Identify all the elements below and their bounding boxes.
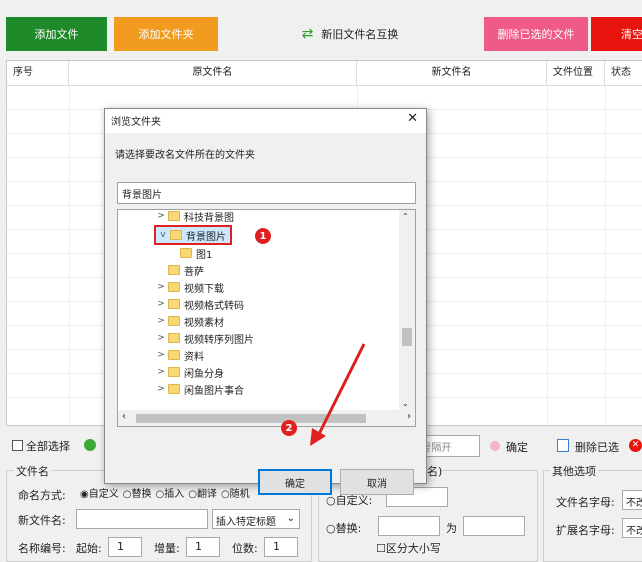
chevron-right-icon: > [157, 299, 165, 309]
chevron-down-icon: v [160, 230, 166, 240]
scroll-left-icon[interactable]: ‹ [122, 411, 126, 422]
tree-item[interactable]: 菩萨 [154, 262, 204, 278]
check-circle-icon [84, 439, 96, 451]
case-sensitive-checkbox[interactable]: ☐区分大小写 [376, 540, 441, 556]
folder-icon [170, 230, 182, 240]
col-header-original-name: 原文件名 [69, 61, 357, 85]
ext-replace-to-input[interactable] [463, 516, 525, 536]
close-icon[interactable]: ✕ [407, 111, 418, 126]
tree-item[interactable]: > 闲鱼分身 [154, 364, 224, 380]
radio-insert[interactable]: ○插入 [155, 485, 184, 500]
scroll-right-icon[interactable]: › [407, 411, 411, 422]
chevron-right-icon: > [157, 282, 165, 292]
folder-icon [168, 299, 180, 309]
chevron-right-icon: > [157, 316, 165, 326]
folder-icon [168, 316, 180, 326]
col-header-location: 文件位置 [547, 61, 605, 85]
ext-replace-from-input[interactable] [378, 516, 440, 536]
ext-replace-radio[interactable]: ○替换: [326, 520, 361, 536]
select-all-checkbox[interactable] [12, 440, 23, 451]
folder-icon [168, 350, 180, 360]
digits-label: 位数: [232, 542, 258, 555]
folder-icon [168, 211, 180, 221]
radio-random[interactable]: ○随机 [221, 485, 250, 500]
dialog-ok-button[interactable]: 确定 [258, 469, 332, 495]
radio-custom[interactable]: ◉自定义 [80, 485, 119, 500]
folder-icon [168, 333, 180, 343]
chevron-right-icon: > [157, 367, 165, 377]
tree-item[interactable]: > 视频转序列图片 [154, 330, 254, 346]
filename-letters-select[interactable]: 不改 [622, 490, 642, 510]
dialog-cancel-button[interactable]: 取消 [340, 469, 414, 495]
chevron-right-icon: > [157, 384, 165, 394]
folder-icon [180, 248, 192, 258]
annotation-arrow [310, 343, 366, 446]
delete-selected-button[interactable]: 删除已选的文件 [484, 17, 588, 51]
numbering-label: 名称编号: [18, 542, 66, 555]
chevron-right-icon: > [157, 211, 165, 221]
folder-icon [168, 265, 180, 275]
delete-file-icon [557, 439, 569, 452]
ext-letters-select[interactable]: 不改 [622, 518, 642, 538]
col-header-index: 序号 [7, 61, 69, 85]
other-options-title: 其他选项 [550, 463, 598, 479]
clear-button[interactable]: 清空 [591, 17, 642, 51]
col-header-status: 状态 [611, 67, 631, 78]
chevron-down-icon: ⌄ [286, 513, 295, 524]
digits-input[interactable]: 1 [264, 537, 298, 557]
annotation-badge-2: 2 [281, 420, 297, 436]
increment-label: 增量: [154, 542, 180, 555]
confirm-icon [490, 441, 500, 451]
folder-icon [168, 367, 180, 377]
scroll-up-icon[interactable]: ⌃ [402, 212, 409, 221]
ext-as-label: 为 [446, 522, 457, 535]
filename-group-title: 文件名 [14, 463, 51, 479]
chevron-right-icon: > [157, 350, 165, 360]
tree-item[interactable]: 图1 [180, 245, 212, 261]
tree-item-selected[interactable]: v 背景图片 [154, 225, 232, 245]
swap-names-button[interactable]: ⇄ 新旧文件名互换 [290, 17, 410, 51]
swap-label: 新旧文件名互换 [321, 28, 399, 41]
tree-item[interactable]: > 闲鱼图片事合 [154, 381, 244, 397]
extension-group-title: 名) [427, 463, 443, 479]
col-header-new-name: 新文件名 [357, 61, 547, 85]
other-options-group [543, 470, 642, 562]
start-label: 起始: [76, 542, 102, 555]
ext-letters-label: 扩展名字母: [556, 524, 615, 537]
start-input[interactable]: 1 [108, 537, 142, 557]
folder-icon [168, 282, 180, 292]
scroll-down-icon[interactable]: ⌄ [402, 399, 409, 408]
scroll-thumb[interactable] [402, 328, 412, 346]
add-file-button[interactable]: 添加文件 [6, 17, 107, 51]
swap-icon: ⇄ [301, 26, 314, 42]
add-folder-button[interactable]: 添加文件夹 [114, 17, 218, 51]
increment-input[interactable]: 1 [186, 537, 220, 557]
dialog-prompt: 请选择要改名文件所在的文件夹 [115, 150, 255, 161]
filename-letters-label: 文件名字母: [556, 496, 615, 509]
radio-translate[interactable]: ○翻译 [188, 485, 217, 500]
tree-item[interactable]: > 科技背景图 [154, 210, 234, 224]
dialog-title: 浏览文件夹 [111, 117, 161, 128]
new-filename-label: 新文件名: [18, 514, 66, 527]
new-filename-input[interactable] [76, 509, 208, 529]
tree-vertical-scrollbar[interactable]: ⌃ ⌄ [399, 210, 415, 410]
annotation-badge-1: 1 [255, 228, 271, 244]
chevron-right-icon: > [157, 333, 165, 343]
confirm-button[interactable]: 确定 [506, 439, 528, 455]
naming-mode-label: 命名方式: [18, 489, 66, 502]
delete-selected-bottom-button[interactable]: 删除已选 [575, 439, 619, 455]
select-all-label: 全部选择 [26, 440, 70, 453]
tree-item[interactable]: > 资料 [154, 347, 204, 363]
radio-replace[interactable]: ○替换 [123, 485, 152, 500]
tree-item[interactable]: > 视频下载 [154, 279, 224, 295]
tree-item[interactable]: > 视频格式转码 [154, 296, 244, 312]
folder-path-input[interactable]: 背景图片 [117, 182, 416, 204]
close-circle-icon[interactable]: ✕ [629, 439, 642, 452]
folder-icon [168, 384, 180, 394]
naming-mode-radios[interactable]: ◉自定义 ○替换 ○插入 ○翻译 ○随机 [80, 485, 250, 500]
insert-title-dropdown[interactable]: 插入特定标题 ⌄ [212, 509, 300, 529]
tree-item[interactable]: > 视频素材 [154, 313, 224, 329]
